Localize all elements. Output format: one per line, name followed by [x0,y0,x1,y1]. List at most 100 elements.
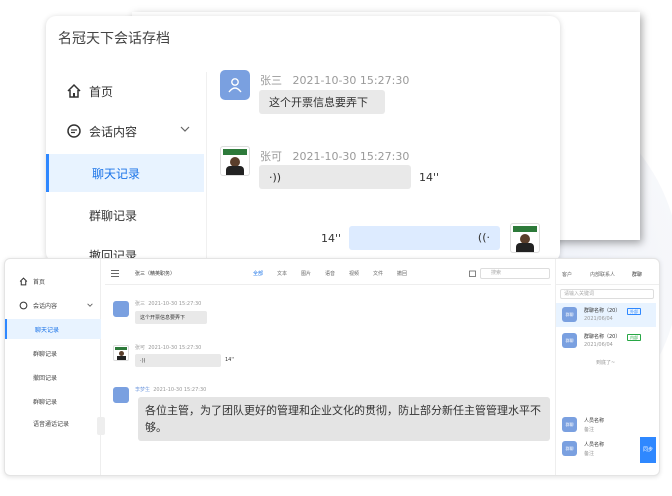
list-item[interactable]: 群聊 群聊名称（20） 2021/06/04 外部 [556,303,656,327]
avatar[interactable] [220,70,250,100]
sender-name: 张三 [135,301,146,307]
message-time: 2021-10-30 15:27:30 [148,345,202,351]
sidebar-item-group-record[interactable]: 群聊记录 [46,196,204,234]
sidebar-item-label: 聊天记录 [92,166,141,181]
home-icon [19,276,28,285]
message-time: 2021-10-30 15:27:30 [148,301,202,307]
sync-button[interactable]: 同步 [640,437,656,463]
message-meta: 张可 2021-10-30 15:27:30 [260,148,409,164]
menu-icon[interactable] [111,270,119,277]
status-badge: 内部 [627,334,641,341]
sidebar-item-label: 聊天记录 [35,326,60,334]
tab-customer[interactable]: 客户 [562,271,572,278]
sender-name: 张可 [260,150,282,163]
avatar[interactable] [113,301,129,317]
voice-icon: ·)) [269,170,282,184]
sender-name: 李梦生 [135,387,151,393]
voice-message-bubble[interactable]: ·)) [259,165,411,189]
message-time: 2021-10-30 15:27:30 [292,150,410,163]
group-name: 群聊名称（20） [584,308,621,314]
avatar: 群聊 [562,333,577,348]
voice-icon: ·)) [140,357,146,364]
avatar[interactable] [113,387,129,403]
sidebar-item-voice-call[interactable]: 语音通话记录 [5,413,101,433]
voice-duration: 14'' [225,357,235,363]
message-text: 这个开票信息要弄下 [269,96,368,109]
chat-icon [19,301,28,309]
avatar: 群聊 [562,307,577,322]
full-window: 首页 会话内容 聊天记录 群聊记录 撤回记录 群聊记录 语音通话记录 张三（精英… [4,258,660,476]
message-meta: 李梦生 2021-10-30 15:27:30 [135,386,206,393]
sidebar-item-conversation[interactable]: 会话内容 [46,112,204,150]
list-item[interactable]: 群聊 人员名称 备注 [556,413,656,437]
sidebar-item-home[interactable]: 首页 [5,271,101,291]
sidebar-item-label: 语音通话记录 [33,420,70,428]
tab-image[interactable]: 图片 [301,270,311,277]
message-text: 这个开票信息要弄下 [140,315,186,321]
sidebar-item-chat-record[interactable]: 聊天记录 [46,154,204,192]
tab-voice[interactable]: 语音 [325,270,335,277]
message-time: 2021-10-30 15:27:30 [292,74,410,87]
collapse-handle[interactable] [97,417,105,435]
voice-icon: ((· [477,231,490,244]
person-note: 备注 [584,427,595,433]
sidebar-item-group-record[interactable]: 群聊记录 [5,343,101,363]
chat-header: 张三（精英职务） 全部 文本 图片 语音 视频 文件 撤回 搜索 [105,263,551,285]
app-title: 名冠天下会话存档 [58,31,170,47]
tab-video[interactable]: 视频 [349,270,359,277]
sidebar-item-label: 撤回记录 [33,374,58,382]
contact-panel: 客户 内部联系人 群聊 请输入关键词 群聊 群聊名称（20） 2021/06/0… [555,259,659,475]
group-name: 群聊名称（20） [584,334,621,340]
message-meta: 张可 2021-10-30 15:27:30 [135,344,201,351]
tab-recall[interactable]: 撤回 [397,270,407,277]
voice-message-bubble[interactable]: ·)) [135,354,221,367]
avatar[interactable] [220,146,250,176]
tab-file[interactable]: 文件 [373,270,383,277]
sender-name: 张三 [260,74,282,87]
avatar: 群聊 [562,417,577,432]
list-item[interactable]: 群聊 群聊名称（20） 2021/06/04 内部 [556,329,656,353]
group-date: 2021/06/04 [584,342,613,348]
list-end-text: 到底了~ [596,360,616,366]
user-icon [228,78,242,93]
tab-internal[interactable]: 内部联系人 [590,271,615,278]
sidebar-item-label: 群聊记录 [33,350,58,358]
sidebar-item-label: 群聊记录 [89,208,138,223]
calendar-icon[interactable] [469,270,476,277]
voice-message-bubble[interactable]: ((· [349,226,500,250]
chevron-down-icon [180,126,190,132]
group-date: 2021/06/04 [584,316,613,322]
stage: 名冠天下会话存档 首页 会话内容 聊天记录 群聊记录 撤回记录 张三 2021-… [0,0,672,496]
message-meta: 张三 2021-10-30 15:27:30 [260,72,409,88]
sidebar-item-home[interactable]: 首页 [46,72,204,110]
tab-text[interactable]: 文本 [277,270,287,277]
sidebar-item-label: 会话内容 [33,302,58,310]
sidebar-item-group-msg[interactable]: 群聊记录 [5,391,101,411]
person-name: 人员名称 [584,418,605,424]
chevron-down-icon [87,303,93,307]
sidebar: 首页 会话内容 聊天记录 群聊记录 撤回记录 群聊记录 语音通话记录 [5,259,101,475]
status-badge: 外部 [627,308,641,315]
sidebar-item-chat-record[interactable]: 聊天记录 [5,319,101,339]
chat-icon [67,124,81,138]
tab-all[interactable]: 全部 [253,270,263,277]
avatar: 群聊 [562,441,577,456]
voice-duration: 14'' [419,171,440,184]
avatar[interactable] [510,223,540,253]
message-bubble: 这个开票信息要弄下 [135,311,207,324]
sidebar-item-label: 首页 [89,84,114,99]
sender-name: 张可 [135,345,146,351]
contact-search-input[interactable]: 请输入关键词 [560,289,654,299]
search-input[interactable]: 搜索 [480,268,550,279]
sidebar-item-recall-record[interactable]: 撤回记录 [5,367,101,387]
sidebar-item-conversation[interactable]: 会话内容 [5,295,101,315]
person-name: 人员名称 [584,442,605,448]
avatar[interactable] [113,345,129,361]
home-icon [67,83,81,98]
person-note: 备注 [584,451,595,457]
message-meta: 张三 2021-10-30 15:27:30 [135,300,201,307]
zoomed-window: 名冠天下会话存档 首页 会话内容 聊天记录 群聊记录 撤回记录 张三 2021-… [46,16,560,262]
sidebar: 首页 会话内容 聊天记录 群聊记录 撤回记录 [46,72,204,262]
tab-group[interactable]: 群聊 [632,271,642,278]
sidebar-item-label: 首页 [33,278,46,286]
